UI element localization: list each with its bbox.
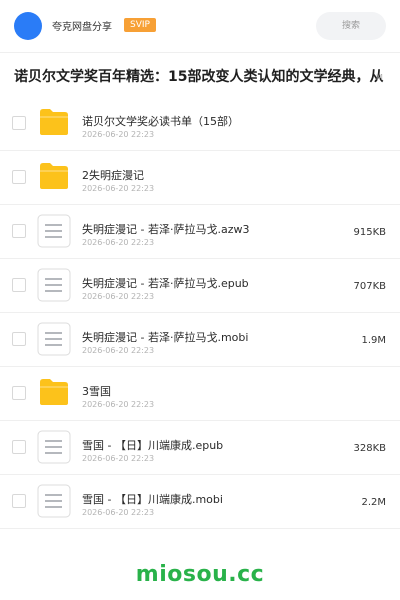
row-checkbox[interactable] [12,116,26,130]
file-size: 707KB [353,281,386,292]
row-checkbox[interactable] [12,440,26,454]
file-name: 失明症漫记 - 若泽·萨拉马戈.epub [82,277,249,290]
avatar[interactable] [14,12,42,40]
row-checkbox[interactable] [12,278,26,292]
share-title-bar: 诺贝尔文学奖百年精选：15部改变人类认知的文学经典，从 M [0,53,400,98]
document-icon [37,268,71,302]
app: 夸克网盘分享 SVIP 搜索 诺贝尔文学奖百年精选：15部改变人类认知的文学经典… [0,0,400,600]
header: 夸克网盘分享 SVIP 搜索 [0,0,400,53]
search-button[interactable]: 搜索 [316,12,386,40]
document-icon [37,214,71,248]
file-name: 雪国 - 【日】川端康成.epub [82,439,224,452]
file-row[interactable]: 诺贝尔文学奖必读书单（15部） 2026-06-20 22:23 [0,97,400,151]
file-name: 2失明症漫记 [82,169,144,182]
file-name: 雪国 - 【日】川端康成.mobi [82,493,223,506]
folder-icon [40,379,68,405]
file-size: 2.2M [361,497,386,508]
document-icon [37,322,71,356]
file-date: 2026-06-20 22:23 [82,130,155,139]
watermark: miosou.cc [135,562,265,587]
row-checkbox[interactable] [12,386,26,400]
file-row[interactable]: 失明症漫记 - 若泽·萨拉马戈.epub 2026-06-20 22:23 70… [0,259,400,313]
file-row[interactable]: 雪国 - 【日】川端康成.epub 2026-06-20 22:23 328KB [0,421,400,475]
folder-icon [40,109,68,135]
file-size: 915KB [353,227,386,238]
file-row[interactable]: 雪国 - 【日】川端康成.mobi 2026-06-20 22:23 2.2M [0,475,400,529]
row-checkbox[interactable] [12,170,26,184]
file-row[interactable]: 失明症漫记 - 若泽·萨拉马戈.mobi 2026-06-20 22:23 1.… [0,313,400,367]
file-row[interactable]: 2失明症漫记 2026-06-20 22:23 [0,151,400,205]
file-name: 诺贝尔文学奖必读书单（15部） [82,115,239,128]
file-date: 2026-06-20 22:23 [82,238,155,247]
title-overflow: M [376,73,383,82]
document-icon [37,484,71,518]
document-icon [37,430,71,464]
file-name: 3雪国 [82,385,111,398]
file-date: 2026-06-20 22:23 [82,184,155,193]
file-date: 2026-06-20 22:23 [82,400,155,409]
file-date: 2026-06-20 22:23 [82,454,155,463]
file-list: 诺贝尔文学奖必读书单（15部） 2026-06-20 22:23 2失明症漫记 … [0,97,400,529]
row-checkbox[interactable] [12,224,26,238]
row-checkbox[interactable] [12,332,26,346]
file-date: 2026-06-20 22:23 [82,346,155,355]
file-row[interactable]: 3雪国 2026-06-20 22:23 [0,367,400,421]
file-name: 失明症漫记 - 若泽·萨拉马戈.azw3 [82,223,250,236]
share-title: 诺贝尔文学奖百年精选：15部改变人类认知的文学经典，从 [14,69,384,85]
file-date: 2026-06-20 22:23 [82,292,155,301]
file-size: 328KB [353,443,386,454]
file-name: 失明症漫记 - 若泽·萨拉马戈.mobi [82,331,249,344]
folder-icon [40,163,68,189]
file-size: 1.9M [361,335,386,346]
file-date: 2026-06-20 22:23 [82,508,155,517]
svip-badge: SVIP [124,18,156,32]
brand-name: 夸克网盘分享 [52,22,112,33]
file-row[interactable]: 失明症漫记 - 若泽·萨拉马戈.azw3 2026-06-20 22:23 91… [0,205,400,259]
row-checkbox[interactable] [12,494,26,508]
